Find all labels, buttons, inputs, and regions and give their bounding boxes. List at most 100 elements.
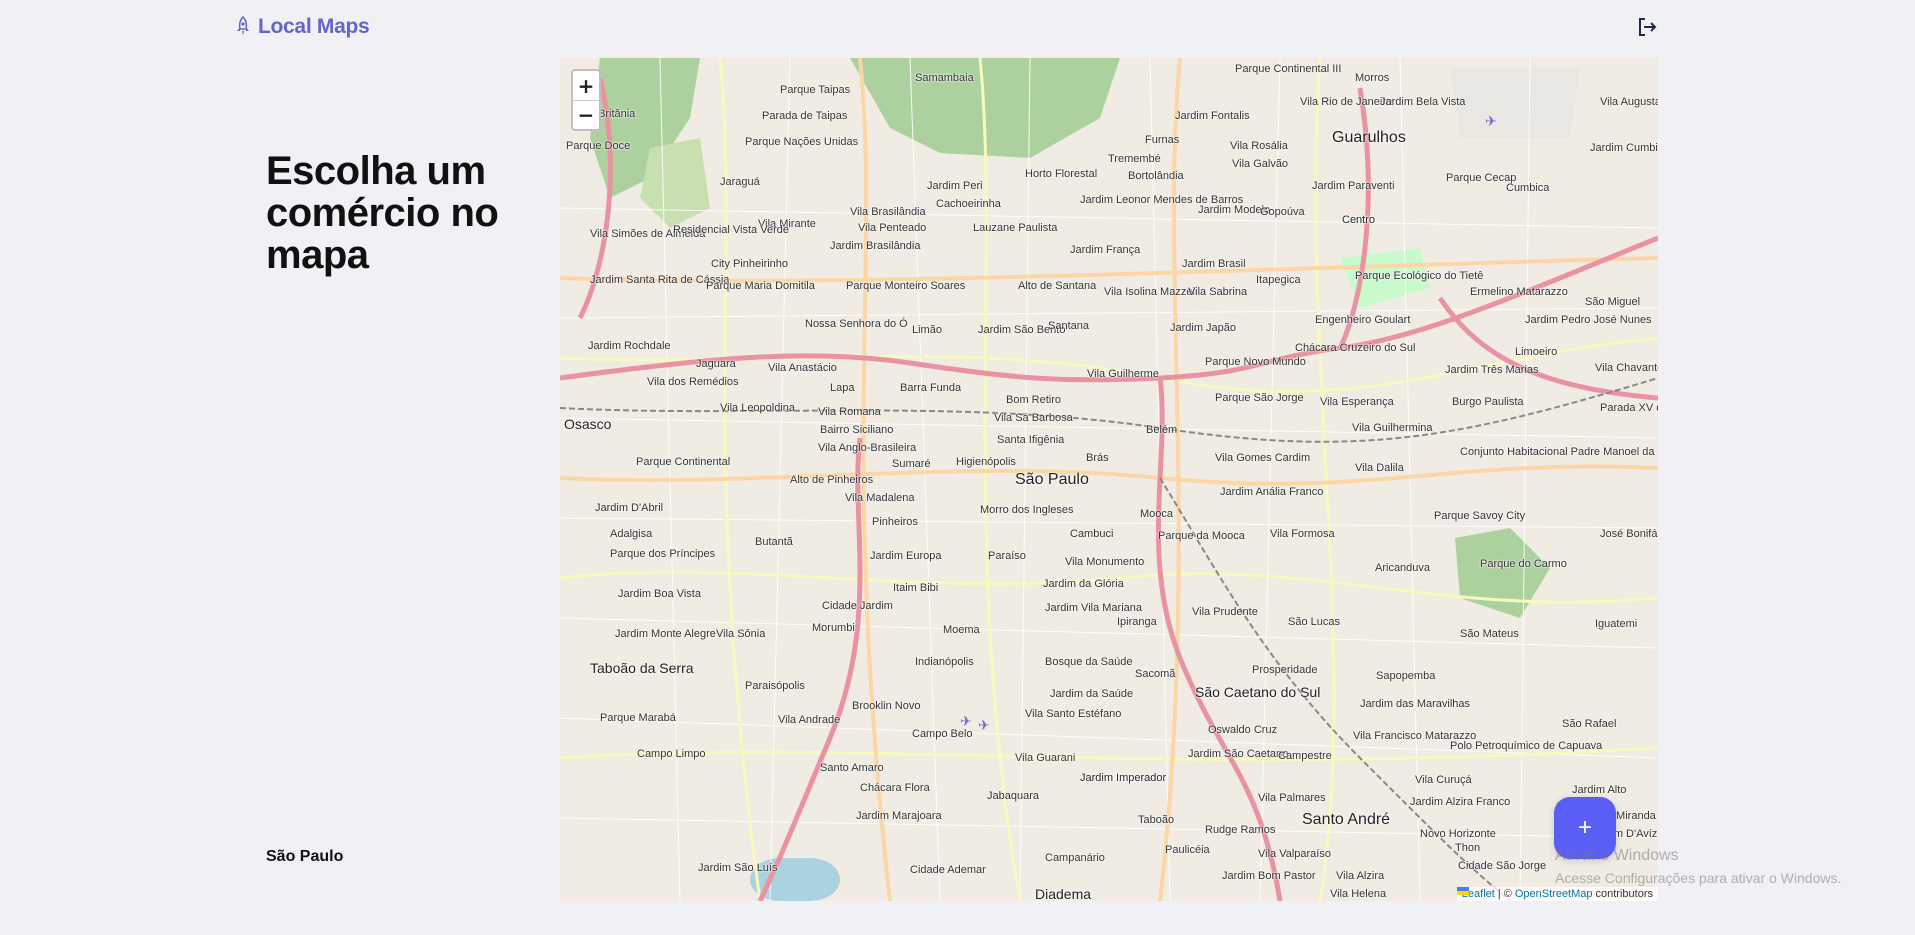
map-place-label: Jardim São Caetano (1188, 748, 1289, 760)
map-place-label: Vila Madalena (845, 492, 915, 504)
map-place-label: Vila Guilhermina (1352, 422, 1433, 434)
map-place-label: Vila Sabrina (1188, 286, 1248, 298)
map-place-label: Vila Isolina Mazzei (1104, 286, 1195, 298)
attribution-separator: | © (1497, 888, 1512, 900)
sidebar: Escolha um comércio no mapa (266, 150, 526, 276)
map-place-label: Pinheiros (872, 516, 918, 528)
map-place-label: Vila Chavantes (1595, 362, 1658, 374)
map-place-label: Belém (1146, 424, 1178, 436)
osm-link[interactable]: OpenStreetMap (1515, 888, 1593, 900)
top-bar: Local Maps (0, 0, 1915, 56)
map-place-label: Iguatemi (1595, 618, 1638, 630)
map-place-label: Novo Horizonte (1420, 828, 1496, 840)
zoom-in-button[interactable]: + (573, 71, 599, 100)
map-place-label: Alto de Santana (1018, 280, 1097, 292)
map-place-label: São Paulo (1015, 471, 1089, 488)
page-title: Escolha um comércio no mapa (266, 149, 499, 277)
map-place-label: Jardim Alto (1572, 784, 1627, 796)
map-place-label: City Pinheirinho (711, 258, 789, 270)
map-place-label: Parque Novo Mundo (1205, 356, 1306, 368)
map-place-label: Vila Formosa (1270, 528, 1335, 540)
map-place-label: Jardim Anália Franco (1220, 486, 1324, 498)
map-place-label: Parque do Carmo (1480, 558, 1567, 570)
map-place-label: Sapopemba (1376, 670, 1436, 682)
map-place-label: Limoeiro (1515, 346, 1558, 358)
map-place-label: Vila dos Remédios (647, 376, 739, 388)
map-place-label: Jardim Rochdale (588, 340, 671, 352)
map-place-label: Campestre (1278, 750, 1332, 762)
map-place-label: Rudge Ramos (1205, 824, 1276, 836)
map-view[interactable]: ✈ ✈ ✈ Samambaia Parque Continental III Mor… (560, 58, 1658, 901)
map-place-label: Vila Valparaíso (1258, 848, 1331, 860)
map-place-label: Vila Prudente (1192, 606, 1258, 618)
map-place-label: Nossa Senhora do Ó (805, 318, 908, 330)
map-place-label: Jaraguá (720, 176, 760, 188)
map-place-label: Cambuci (1070, 528, 1114, 540)
map-place-label: Santa Ifigênia (997, 434, 1065, 446)
map-place-label: Jardim da Glória (1043, 578, 1124, 590)
map-place-label: Vila Penteado (858, 222, 927, 234)
rocket-icon (237, 16, 249, 35)
map-place-label: Vila Augusta (1600, 96, 1658, 108)
map-place-label: Vila Galvão (1232, 158, 1289, 170)
map-place-label: Jardim São Luís (698, 862, 778, 874)
add-business-button[interactable]: + (1554, 797, 1616, 859)
map-place-label: Parada XV de Novembro (1600, 402, 1658, 414)
map-place-label: Vila Curuçá (1415, 774, 1472, 786)
map-place-label: Paulicéia (1165, 844, 1210, 856)
map-place-label: Jardim Europa (870, 550, 942, 562)
map-place-label: Jardim Bom Pastor (1222, 870, 1316, 882)
map-place-label: Chácara Flora (860, 782, 930, 794)
map-place-label: Parque Continental III (1235, 63, 1342, 75)
map-place-label: Thon (1455, 842, 1481, 854)
map-place-label: Cidade Jardim (822, 600, 893, 612)
zoom-out-button[interactable]: − (573, 100, 599, 129)
map-place-label: São Caetano do Sul (1195, 684, 1321, 700)
map-place-label: Jardim D'Abril (595, 502, 664, 514)
map-place-label: Bosque da Saúde (1045, 656, 1133, 668)
map-place-label: Santo Amaro (820, 762, 884, 774)
map-place-label: Diadema (1035, 886, 1092, 901)
map-place-label: Itaim Bibi (893, 582, 939, 594)
map-place-label: Indianópolis (915, 656, 974, 668)
map-place-label: Sacomã (1135, 668, 1176, 680)
map-place-label: Vila Rio de Janeiro (1300, 96, 1393, 108)
map-place-label: Oswaldo Cruz (1208, 724, 1278, 736)
map-place-label: Bortolândia (1128, 170, 1184, 182)
map-place-label: Jardim Paraventi (1312, 180, 1395, 192)
map-place-label: Jardim Brasilândia (830, 240, 921, 252)
map-place-label: Jardim Peri (927, 180, 983, 192)
map-place-label: Jardim da Saúde (1050, 688, 1134, 700)
map-place-label: Vila Brasilândia (850, 206, 926, 218)
map-place-label: Brás (1086, 452, 1109, 464)
logout-icon[interactable] (1636, 16, 1658, 38)
map-place-label: Lapa (830, 382, 855, 394)
map-place-label: Limão (912, 324, 942, 336)
plus-icon: + (1577, 814, 1592, 841)
map-place-label: Jardim Marajoara (856, 810, 942, 822)
map-place-label: Higienópolis (956, 456, 1016, 468)
map-place-label: Jardim Fontalis (1175, 110, 1250, 122)
map-place-label: Parada de Taipas (762, 110, 848, 122)
map-place-label: Guarulhos (1332, 129, 1406, 146)
map-place-label: São Rafael (1562, 718, 1617, 730)
map-place-label: Jardim Vila Mariana (1045, 602, 1143, 614)
map-place-label: Vila Esperança (1320, 396, 1394, 408)
map-place-label: Jardim Japão (1170, 322, 1237, 334)
map-place-label: Parque Maria Domitila (706, 280, 815, 292)
map-place-label: Vila Sá Barbosa (994, 412, 1073, 424)
map-place-label: Vila Palmares (1258, 792, 1326, 804)
map-place-label: São Miguel (1585, 296, 1641, 308)
map-place-label: Horto Florestal (1025, 168, 1098, 180)
app-title: Local Maps (258, 15, 370, 38)
map-place-label: Butantã (755, 536, 793, 548)
map-place-label: Parque São Jorge (1215, 392, 1304, 404)
app-logo[interactable]: Local Maps (234, 15, 370, 39)
map-place-label: Jardim Boa Vista (618, 588, 701, 600)
map-place-label: Gopoúva (1260, 206, 1305, 218)
map-place-label: Campanário (1045, 852, 1105, 864)
zoom-control: + − (571, 69, 601, 131)
map-place-label: Parque Monteiro Soares (846, 280, 966, 292)
map-place-label: Jaguara (696, 358, 736, 370)
map-place-label: Santo André (1302, 811, 1391, 828)
